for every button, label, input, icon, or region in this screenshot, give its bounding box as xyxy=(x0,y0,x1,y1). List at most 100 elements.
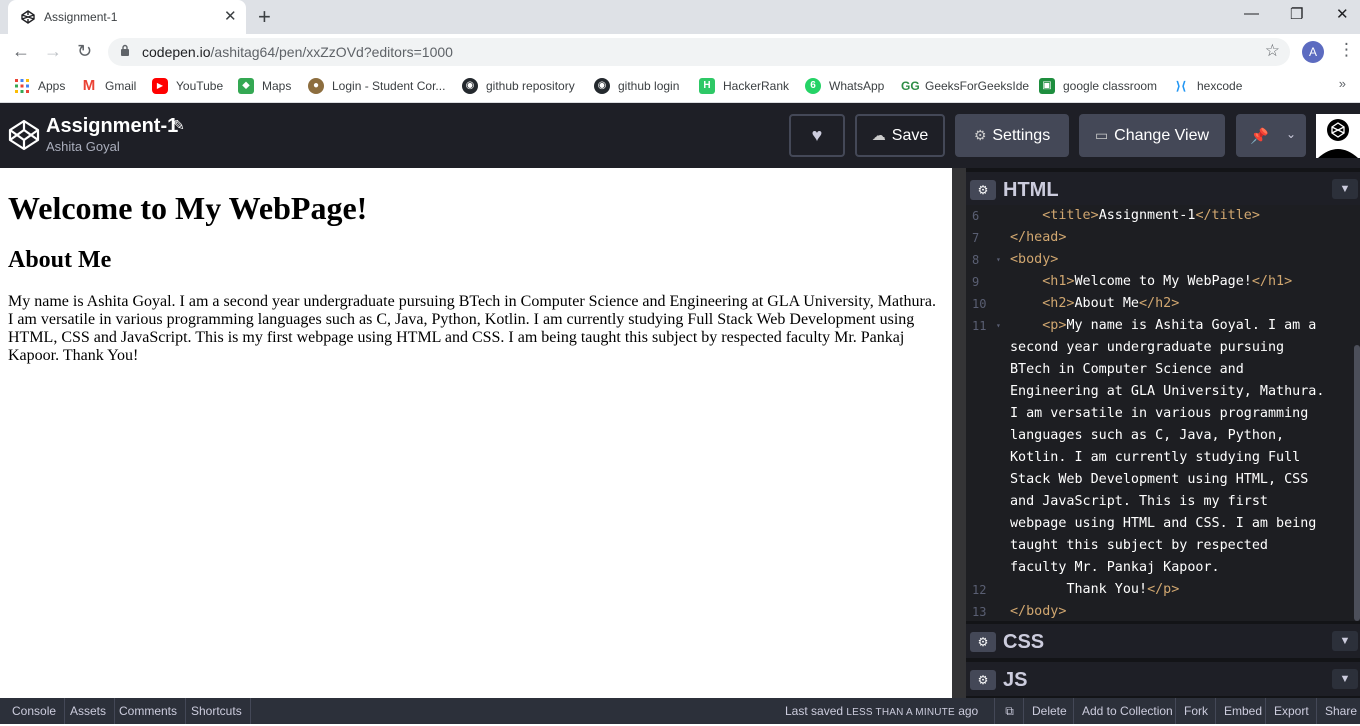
chevron-down-icon[interactable]: ⌄ xyxy=(1286,127,1296,141)
code-line[interactable]: taught this subject by respected xyxy=(966,535,1360,557)
reload-icon[interactable]: ↻ xyxy=(77,41,92,62)
code-line[interactable]: 11 ▾ <p>My name is Ashita Goyal. I am a xyxy=(966,315,1360,337)
forward-arrow-icon[interactable]: → xyxy=(44,41,62,62)
tab-close-icon[interactable]: ✕ xyxy=(224,7,237,25)
html-code-area[interactable]: 6 <title>Assignment-1</title> 7 </head> 8 ▾ <… xyxy=(966,205,1360,621)
bookmark-github-repository[interactable]: ◉ github repository xyxy=(462,76,575,96)
code-line[interactable]: faculty Mr. Pankaj Kapoor. xyxy=(966,557,1360,579)
bookmark-github-login[interactable]: ◉ github login xyxy=(594,76,679,96)
code-tag: <h1> xyxy=(1042,274,1075,289)
html-settings-gear-icon[interactable]: ⚙ xyxy=(970,180,996,200)
user-avatar[interactable] xyxy=(1316,114,1360,158)
code-text: <body> xyxy=(1010,249,1058,271)
address-bar[interactable]: codepen.io/ashitag64/pen/xxZzOVd?editors… xyxy=(108,38,1290,66)
bookmarks-overflow-icon[interactable]: » xyxy=(1339,76,1346,91)
code-line[interactable]: webpage using HTML and CSS. I am being xyxy=(966,513,1360,535)
css-editor-header[interactable]: ⚙ CSS ▼ xyxy=(966,624,1360,658)
fold-arrow-icon[interactable]: ▾ xyxy=(996,315,1001,337)
js-editor-header[interactable]: ⚙ JS ▼ xyxy=(966,662,1360,696)
bookmark-apps[interactable]: Apps xyxy=(14,76,65,96)
code-text: Thank You!</p> xyxy=(1010,579,1179,601)
bookmark-gmail[interactable]: M Gmail xyxy=(81,76,137,96)
open-external-icon[interactable]: ⧉ xyxy=(994,698,1024,724)
change-view-button[interactable]: ▭ Change View xyxy=(1079,114,1225,157)
window-minimize-button[interactable]: — xyxy=(1244,5,1259,22)
delete-button[interactable]: Delete xyxy=(1023,698,1075,724)
code-line[interactable]: Kotlin. I am currently studying Full xyxy=(966,447,1360,469)
pane-resizer[interactable] xyxy=(952,168,966,698)
line-number: 12 xyxy=(972,583,987,597)
url-text[interactable]: codepen.io/ashitag64/pen/xxZzOVd?editors… xyxy=(142,44,453,60)
css-settings-gear-icon[interactable]: ⚙ xyxy=(970,632,996,652)
js-chevron-down-icon[interactable]: ▼ xyxy=(1332,669,1358,689)
embed-button[interactable]: Embed xyxy=(1215,698,1270,724)
pin-button[interactable]: 📌 ⌄ xyxy=(1236,114,1306,157)
code-tag: <p> xyxy=(1042,318,1067,333)
apps-grid-icon xyxy=(14,78,30,94)
code-content: About Me xyxy=(1074,296,1140,311)
bookmark-label: GeeksForGeeksIde xyxy=(925,79,1030,93)
code-line[interactable]: 9 <h1>Welcome to My WebPage!</h1> xyxy=(966,271,1360,293)
heart-button[interactable]: ♥ xyxy=(789,114,845,157)
js-settings-gear-icon[interactable]: ⚙ xyxy=(970,670,996,690)
code-line[interactable]: BTech in Computer Science and xyxy=(966,359,1360,381)
code-line[interactable]: Stack Web Development using HTML, CSS xyxy=(966,469,1360,491)
codepen-logo-icon[interactable] xyxy=(8,119,40,151)
bookmark-youtube[interactable]: ▶ YouTube xyxy=(152,76,223,96)
code-line[interactable]: 12 Thank You!</p> xyxy=(966,579,1360,601)
shortcuts-button[interactable]: Shortcuts xyxy=(183,698,251,724)
new-tab-button[interactable]: + xyxy=(258,4,271,30)
window-close-button[interactable]: ✕ xyxy=(1336,5,1349,23)
code-content: Welcome to My WebPage! xyxy=(1074,274,1252,289)
code-text: <p>My name is Ashita Goyal. I am a xyxy=(1010,315,1316,337)
bookmark-hexcode[interactable]: ⟩⟨ hexcode xyxy=(1173,76,1243,96)
browser-tab-active[interactable]: Assignment-1 ✕ xyxy=(8,0,246,34)
console-button[interactable]: Console xyxy=(4,698,66,724)
code-line[interactable]: languages such as C, Java, Python, xyxy=(966,425,1360,447)
github-icon: ◉ xyxy=(462,78,478,94)
code-line[interactable]: and JavaScript. This is my first xyxy=(966,491,1360,513)
bookmark-google-classroom[interactable]: ▣ google classroom xyxy=(1039,76,1157,96)
bookmark-whatsapp[interactable]: 6 WhatsApp xyxy=(805,76,884,96)
profile-avatar[interactable]: A xyxy=(1302,41,1324,63)
lock-icon[interactable] xyxy=(120,44,130,56)
assets-button[interactable]: Assets xyxy=(62,698,116,724)
fork-button[interactable]: Fork xyxy=(1175,698,1216,724)
hexcode-icon: ⟩⟨ xyxy=(1175,79,1187,93)
code-line[interactable]: 8 ▾ <body> xyxy=(966,249,1360,271)
html-editor-header[interactable]: ⚙ HTML ▼ xyxy=(966,172,1360,206)
code-line[interactable]: second year undergraduate pursuing xyxy=(966,337,1360,359)
bookmark-student-corner[interactable]: ● Login - Student Cor... xyxy=(308,76,445,96)
code-line[interactable]: 10 <h2>About Me</h2> xyxy=(966,293,1360,315)
back-arrow-icon[interactable]: ← xyxy=(12,41,30,62)
html-chevron-down-icon[interactable]: ▼ xyxy=(1332,179,1358,199)
pen-author[interactable]: Ashita Goyal xyxy=(46,139,120,154)
export-button[interactable]: Export xyxy=(1265,698,1317,724)
bookmark-star-icon[interactable]: ☆ xyxy=(1265,41,1280,61)
share-button[interactable]: Share xyxy=(1316,698,1360,724)
fold-arrow-icon[interactable]: ▾ xyxy=(996,249,1001,271)
bookmark-geeksforgeeks[interactable]: GG GeeksForGeeksIde xyxy=(901,76,1029,96)
youtube-icon: ▶ xyxy=(152,78,168,94)
code-line[interactable]: Engineering at GLA University, Mathura. xyxy=(966,381,1360,403)
code-scrollbar[interactable] xyxy=(1354,345,1360,621)
code-line[interactable]: I am versatile in various programming xyxy=(966,403,1360,425)
bookmark-maps[interactable]: ⬥ Maps xyxy=(238,76,291,96)
bookmark-hackerrank[interactable]: H HackerRank xyxy=(699,76,789,96)
code-line[interactable]: 7 </head> xyxy=(966,227,1360,249)
line-number: 8 xyxy=(972,253,980,267)
window-restore-button[interactable]: ❐ xyxy=(1290,5,1303,23)
code-line[interactable]: 13 </body> xyxy=(966,601,1360,621)
code-content: and JavaScript. This is my first xyxy=(1010,494,1268,509)
pen-title[interactable]: Assignment-1 xyxy=(46,115,178,138)
comments-button[interactable]: Comments xyxy=(111,698,187,724)
css-chevron-down-icon[interactable]: ▼ xyxy=(1332,631,1358,651)
browser-menu-icon[interactable]: ⋮ xyxy=(1338,40,1355,60)
editors-column: ⚙ HTML ▼ 6 <title>Assignment-1</title> 7 <… xyxy=(966,168,1360,698)
pencil-icon[interactable]: ✎ xyxy=(173,117,185,134)
save-button[interactable]: ☁ Save xyxy=(855,114,945,157)
code-line[interactable]: 6 <title>Assignment-1</title> xyxy=(966,205,1360,227)
settings-button[interactable]: ⚙ Settings xyxy=(955,114,1069,157)
add-to-collection-button[interactable]: Add to Collection xyxy=(1073,698,1181,724)
